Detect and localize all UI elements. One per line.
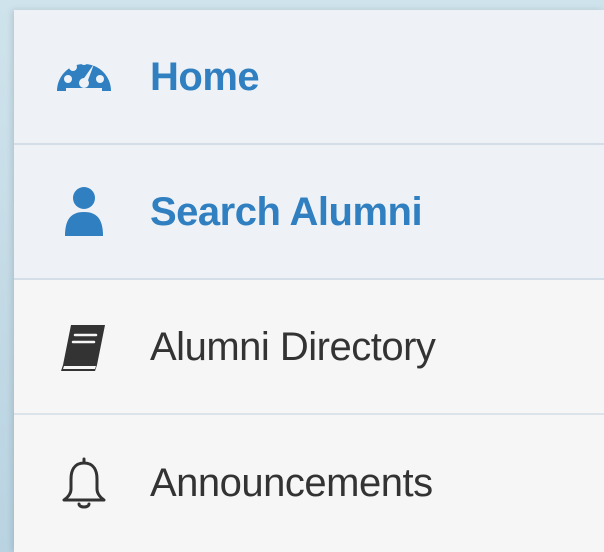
sidebar-item-search-alumni[interactable]: Search Alumni (14, 145, 604, 280)
sidebar-item-home[interactable]: Home (14, 10, 604, 145)
book-icon (52, 315, 116, 379)
sidebar-item-label: Alumni Directory (150, 324, 436, 369)
user-icon (52, 180, 116, 244)
sidebar-item-label: Announcements (150, 460, 433, 505)
sidebar-item-label: Search Alumni (150, 189, 423, 234)
bell-icon (52, 451, 116, 515)
sidebar-menu: Home Search Alumni Alumni Directory Anno… (14, 10, 604, 552)
dashboard-icon (52, 45, 116, 109)
sidebar-item-announcements[interactable]: Announcements (14, 415, 604, 550)
sidebar-item-alumni-directory[interactable]: Alumni Directory (14, 280, 604, 415)
sidebar-item-label: Home (150, 54, 260, 99)
